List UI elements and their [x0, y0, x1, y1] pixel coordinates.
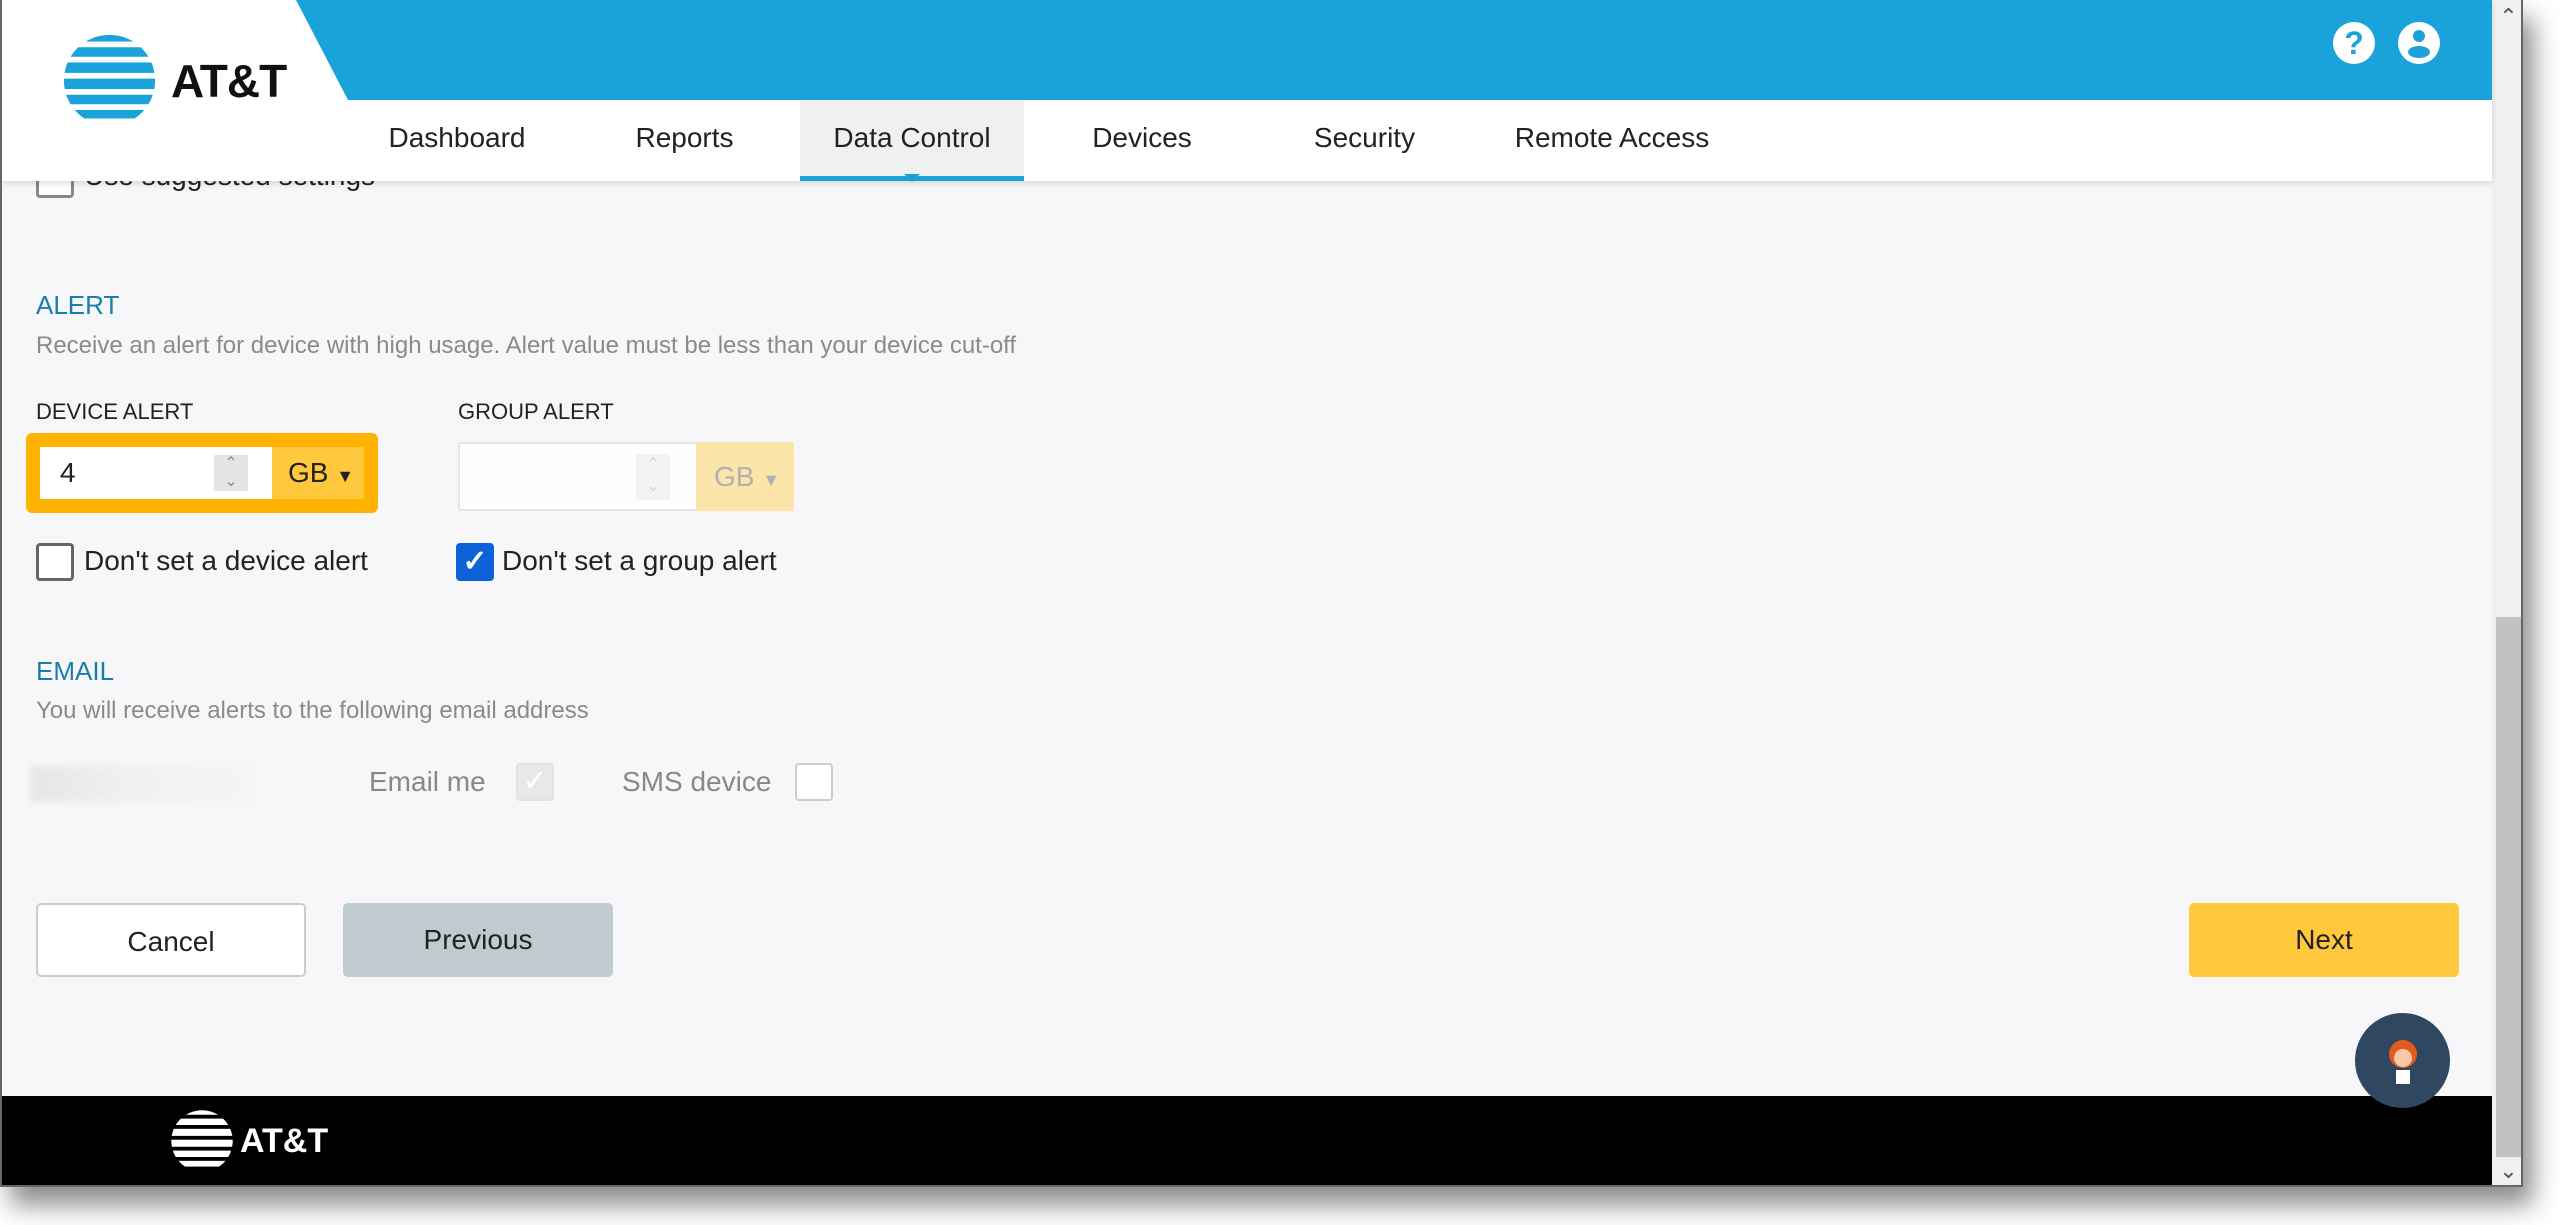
email-description: You will receive alerts to the following…	[36, 697, 589, 724]
sms-device-checkbox[interactable]	[795, 763, 833, 801]
stepper-icon[interactable]: ⌃ ⌄	[214, 455, 248, 491]
device-alert-label: DEVICE ALERT	[36, 399, 194, 424]
email-heading: EMAIL	[36, 656, 115, 686]
alert-heading: ALERT	[36, 290, 120, 320]
scrollbar-thumb[interactable]	[2496, 617, 2521, 1157]
att-logo[interactable]: AT&T	[62, 33, 287, 128]
cancel-button[interactable]: Cancel	[36, 903, 306, 977]
footer: AT&T	[2, 1096, 2492, 1185]
help-icon[interactable]: ?	[2333, 22, 2375, 64]
globe-icon	[171, 1110, 233, 1172]
device-alert-input[interactable]: 4 ⌃ ⌄	[40, 447, 272, 499]
no-group-alert-checkbox[interactable]: ✓	[456, 543, 494, 581]
alert-description: Receive an alert for device with high us…	[36, 332, 1017, 359]
header: AT&T ? Dashboard Reports Data Control De…	[2, 0, 2492, 182]
scroll-down-icon[interactable]: ⌄	[2492, 1158, 2521, 1184]
assistant-avatar-icon	[2388, 1039, 2417, 1084]
dropdown-arrow-icon: ▼	[336, 466, 355, 486]
group-unit-value: GB	[714, 461, 755, 492]
tab-devices[interactable]: Devices	[1062, 100, 1222, 181]
no-device-alert-label: Don't set a device alert	[84, 545, 368, 576]
browser-window: AT&T ? Dashboard Reports Data Control De…	[0, 0, 2523, 1187]
device-unit-value: GB	[288, 457, 329, 488]
footer-logo: AT&T	[170, 1108, 328, 1174]
logo-text: AT&T	[171, 54, 287, 107]
footer-logo-text: AT&T	[240, 1121, 329, 1160]
tab-security[interactable]: Security	[1282, 100, 1447, 181]
no-device-alert-checkbox[interactable]	[36, 543, 74, 581]
dropdown-arrow-icon: ▼	[762, 470, 781, 490]
account-icon[interactable]	[2398, 22, 2440, 64]
globe-icon	[63, 34, 156, 127]
device-alert-value: 4	[60, 457, 76, 488]
device-alert-focus-ring: 4 ⌃ ⌄ GB ▼	[26, 433, 378, 513]
scrollbar[interactable]: ⌃ ⌄	[2492, 0, 2521, 1185]
email-me-label: Email me	[369, 766, 486, 797]
chat-assistant-button[interactable]	[2355, 1013, 2450, 1108]
tab-reports[interactable]: Reports	[602, 100, 767, 181]
previous-button[interactable]: Previous	[343, 903, 613, 977]
tab-data-control[interactable]: Data Control	[800, 100, 1024, 182]
no-group-alert-label: Don't set a group alert	[502, 545, 777, 576]
sms-device-label: SMS device	[622, 766, 772, 797]
stepper-icon: ⌃ ⌄	[636, 454, 670, 500]
next-button[interactable]: Next	[2189, 903, 2459, 977]
device-alert-unit-select[interactable]: GB ▼	[272, 447, 364, 499]
scroll-up-icon[interactable]: ⌃	[2492, 4, 2521, 30]
group-alert-label: GROUP ALERT	[458, 399, 614, 424]
redacted-email	[31, 766, 250, 802]
group-alert-input[interactable]: ⌃ ⌄ GB ▼	[458, 442, 794, 511]
header-banner	[296, 0, 2492, 100]
tab-remote-access[interactable]: Remote Access	[1492, 100, 1732, 181]
tab-dashboard[interactable]: Dashboard	[362, 100, 552, 181]
group-alert-unit-select[interactable]: GB ▼	[696, 442, 794, 511]
email-me-checkbox[interactable]: ✓	[516, 763, 554, 801]
